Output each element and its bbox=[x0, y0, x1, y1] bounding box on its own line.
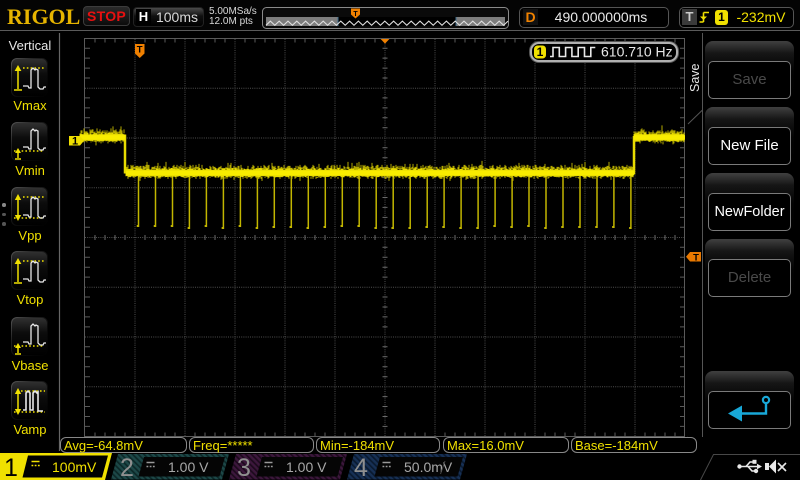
svg-text:1: 1 bbox=[537, 45, 544, 59]
svg-text:1.00 V: 1.00 V bbox=[286, 459, 327, 475]
svg-text:1: 1 bbox=[4, 454, 18, 480]
svg-text:100mV: 100mV bbox=[52, 459, 97, 475]
svg-text:T: T bbox=[137, 45, 143, 56]
svg-text:2: 2 bbox=[120, 454, 134, 480]
svg-text:T: T bbox=[693, 253, 699, 264]
svg-text:50.0mV: 50.0mV bbox=[404, 459, 453, 475]
svg-text:3: 3 bbox=[237, 454, 251, 480]
svg-text:610.710 Hz: 610.710 Hz bbox=[601, 44, 673, 60]
svg-text:1: 1 bbox=[72, 136, 78, 148]
svg-text:4: 4 bbox=[354, 454, 368, 480]
svg-text:1.00 V: 1.00 V bbox=[168, 459, 209, 475]
